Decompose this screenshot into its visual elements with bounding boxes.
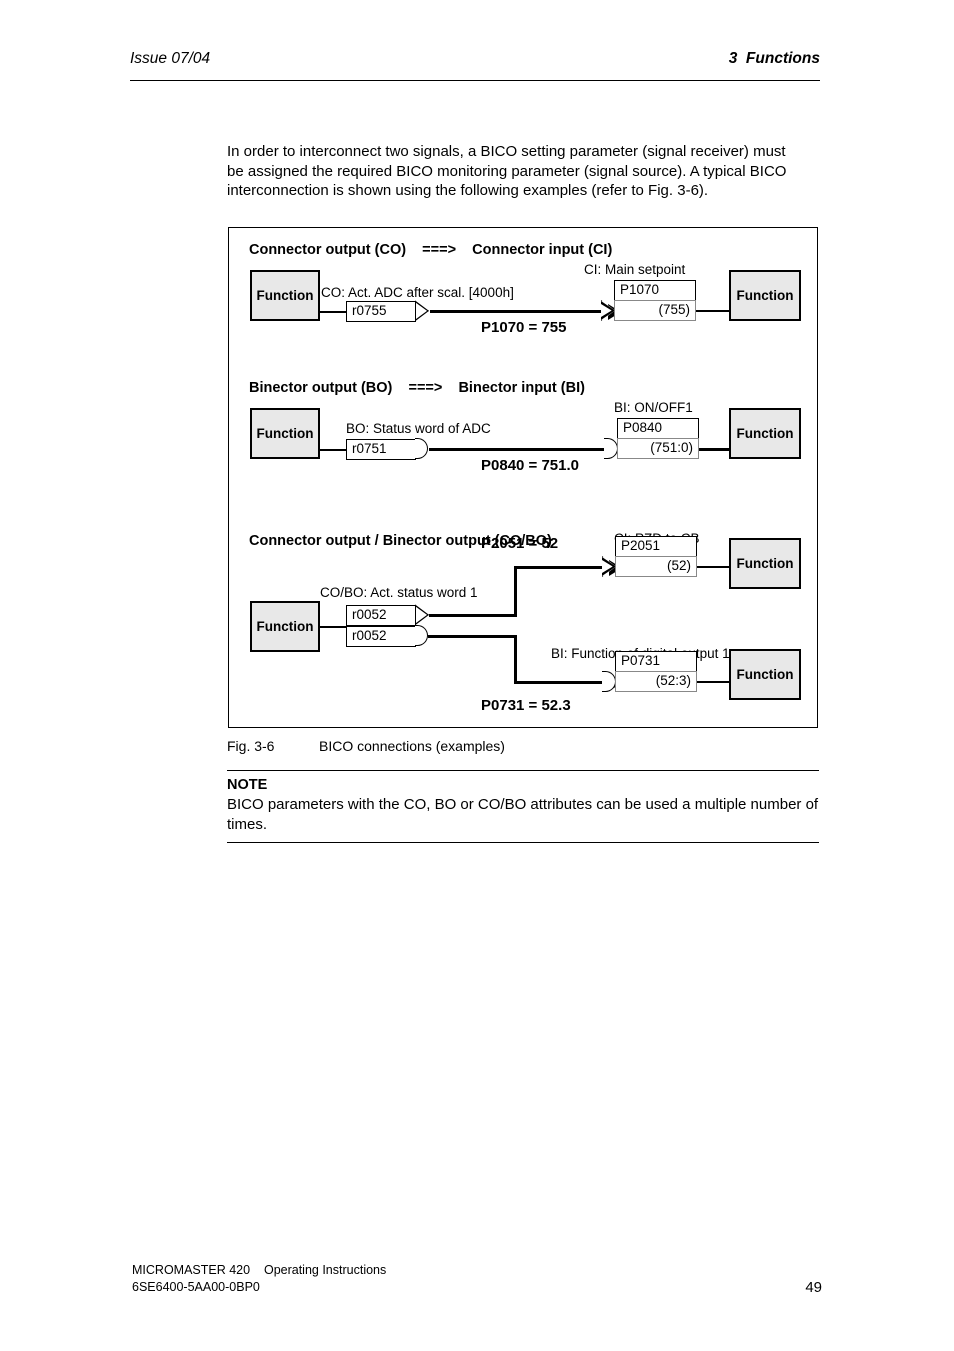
block2-wire-target-to-fn [699,448,730,451]
block3-assignment-2: P0731 = 52.3 [481,697,571,714]
bico-diagram: Connector output (CO) ===> Connector inp… [228,227,818,728]
figure-caption-number: Fig. 3-6 [227,738,275,754]
block2-target-function-box: Function [729,408,801,459]
note-block: NOTE BICO parameters with the CO, BO or … [227,770,819,844]
block3-source-desc: CO/BO: Act. status word 1 [320,585,478,600]
page-number: 49 [805,1279,822,1296]
block1-title: Connector output (CO) ===> Connector inp… [249,242,613,258]
block2-target-param: P0840 [617,418,699,439]
header-issue: Issue 07/04 [130,50,211,67]
block3-wire-fn-to-tags [320,626,346,628]
block1-wire-fn-to-tag [320,311,346,313]
note-title: NOTE [227,777,268,793]
block3-target-box-2: P0731 (52:3) [602,651,697,692]
block2-target-box: P0840 (751:0) [604,418,699,459]
block1-target-box: P1070 (755) [601,280,696,321]
block3-target-value-1: (52) [615,556,697,577]
block2-wire-fn-to-tag [320,449,346,451]
block2-title: Binector output (BO) ===> Binector input… [249,380,585,396]
block3-lower-wire-h1 [428,635,517,638]
block2-source-function-box: Function [250,408,320,459]
block3-target-value-2: (52:3) [615,671,697,692]
figure-caption: Fig. 3-6 BICO connections (examples) [227,738,819,754]
block1-wire-target-to-fn [696,310,730,312]
footer-order-number: 6SE6400-5AA00-0BP0 [132,1280,260,1294]
block2-signal-wire [429,448,614,451]
block1-target-param: P1070 [614,280,696,301]
block3-target-param-1: P2051 [615,536,697,557]
block3-upper-wire-v [514,566,517,616]
block1-source-tag: r0755 [346,301,416,322]
block2-source-desc: BO: Status word of ADC [346,421,491,436]
note-body: BICO parameters with the CO, BO or CO/BO… [227,796,819,833]
block3-wire-target1-to-fn [697,566,730,568]
header-section: 3 Functions [728,50,820,67]
block1-source-function-box: Function [250,270,320,321]
block3-upper-wire-h2 [514,566,616,569]
block2-assignment: P0840 = 751.0 [481,457,580,474]
figure-caption-text: BICO connections (examples) [319,738,505,754]
block2-source-tag: r0751 [346,438,428,460]
block1-target-function-box: Function [729,270,801,321]
block1-signal-wire [430,310,614,313]
block3-upper-wire-h1 [429,614,517,617]
block3-target-param-2: P0731 [615,651,697,672]
intro-paragraph: In order to interconnect two signals, a … [227,143,787,200]
block1-source-desc: CO: Act. ADC after scal. [4000h] [321,285,514,300]
block1-target-desc: CI: Main setpoint [584,262,686,277]
page-footer: MICROMASTER 420 Operating Instructions 6… [132,1262,822,1296]
block3-source-tag-co: r0052 [346,605,416,626]
block3-source-tag-bo: r0052 [346,625,428,647]
block3-target-function-box-1: Function [729,538,801,589]
block1-target-value: (755) [614,300,696,321]
block2-target-desc: BI: ON/OFF1 [614,400,693,415]
block3-target-function-box-2: Function [729,649,801,700]
block1-assignment: P1070 = 755 [481,319,567,336]
footer-product-line: MICROMASTER 420 Operating Instructions [132,1263,387,1277]
block3-assignment-1: P2051 = 52 [481,535,559,552]
block3-lower-wire-h2 [514,681,616,684]
block3-wire-target2-to-fn [697,681,730,683]
block2-target-value: (751:0) [617,438,699,459]
block3-target-box-1: P2051 (52) [602,536,697,577]
block3-source-function-box: Function [250,601,320,652]
page-header: Issue 07/04 3 Functions [130,50,820,81]
block3-lower-wire-v [514,635,517,684]
